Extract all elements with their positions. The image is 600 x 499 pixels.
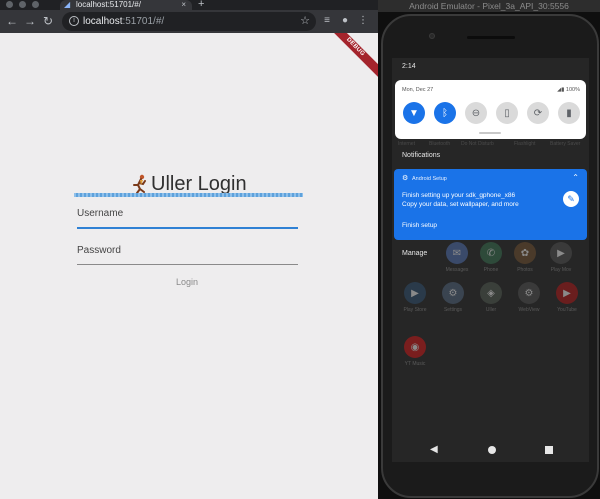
window-close-button[interactable] bbox=[6, 1, 13, 8]
window-zoom-button[interactable] bbox=[32, 1, 39, 8]
hidden-label: Bluetooth bbox=[429, 141, 451, 147]
password-underline bbox=[77, 264, 298, 265]
app-settings[interactable]: ⚙ Settings bbox=[440, 282, 466, 313]
browser-toolbar: ← → ↻ i localhost:51701/#/ ☆ ≡ ● ⋮ bbox=[0, 10, 378, 33]
magic-wand-icon: ✎ bbox=[563, 191, 579, 207]
password-label: Password bbox=[77, 245, 121, 256]
new-tab-button[interactable]: + bbox=[198, 0, 204, 10]
app-icon: ✉ bbox=[446, 242, 468, 264]
app-label: Phone bbox=[483, 267, 499, 273]
notification-title: Finish setting up your sdk_gphone_x86 bbox=[402, 192, 516, 199]
quick-settings-panel: Mon, Dec 27 ◢▮ 100% ▼ ᛒ ⊖ ▯ ⟳ ▮ bbox=[395, 80, 586, 139]
flashlight-icon[interactable]: ▯ bbox=[496, 102, 518, 124]
app-label: Photos bbox=[517, 267, 533, 273]
tab-title: localhost:51701/#/ bbox=[76, 0, 141, 9]
app-phone[interactable]: ✆ Phone bbox=[478, 242, 504, 273]
forward-arrow-icon[interactable]: → bbox=[23, 14, 37, 28]
notifications-header: Notifications bbox=[402, 152, 441, 159]
earpiece-speaker bbox=[467, 36, 515, 39]
setup-notification[interactable]: ⚙ Android Setup ⌃ Finish setting up your… bbox=[394, 169, 587, 240]
login-button[interactable]: Login bbox=[170, 275, 204, 289]
title-underline bbox=[74, 193, 303, 197]
tab-strip: ◢ localhost:51701/#/ × + bbox=[0, 0, 378, 10]
media-control-icon[interactable]: ≡ bbox=[320, 14, 334, 28]
runner-logo-icon bbox=[133, 174, 146, 194]
app-label: Play Mov bbox=[550, 267, 572, 273]
chrome-menu-icon[interactable]: ⋮ bbox=[356, 14, 370, 28]
app-icon: ◉ bbox=[404, 336, 426, 358]
app-label: YouTube bbox=[557, 307, 577, 313]
emulator-title-bar: Android Emulator - Pixel_3a_API_30:5556 bbox=[378, 0, 600, 12]
app-icon: ▶ bbox=[556, 282, 578, 304]
app-icon: ▶ bbox=[550, 242, 572, 264]
front-camera bbox=[429, 33, 435, 39]
app-label: YT Music bbox=[404, 361, 426, 367]
app-icon: ⚙ bbox=[518, 282, 540, 304]
window-minimize-button[interactable] bbox=[19, 1, 26, 8]
do-not-disturb-icon[interactable]: ⊖ bbox=[465, 102, 487, 124]
app-label: Messages bbox=[445, 267, 469, 273]
hidden-label: Flashlight bbox=[514, 141, 536, 147]
app-uller[interactable]: ◈ Uller bbox=[478, 282, 504, 313]
app-webview[interactable]: ⚙ WebView bbox=[516, 282, 542, 313]
notification-app-name: Android Setup bbox=[412, 176, 447, 182]
address-bar[interactable]: i localhost:51701/#/ ☆ bbox=[62, 12, 316, 31]
settings-gear-icon: ⚙ bbox=[402, 175, 409, 182]
tab-close-icon[interactable]: × bbox=[181, 0, 186, 9]
app-label: Settings bbox=[443, 307, 463, 313]
flutter-favicon-icon: ◢ bbox=[64, 0, 71, 9]
phone-screen: 2:14 Mon, Dec 27 ◢▮ 100% ▼ ᛒ ⊖ ▯ ⟳ ▮ Internet… bbox=[392, 58, 589, 462]
web-page: DEBUG Uller Login Username Password Logi… bbox=[0, 33, 378, 499]
browser-tab[interactable]: ◢ localhost:51701/#/ × bbox=[60, 0, 192, 10]
app-youtube[interactable]: ▶ YouTube bbox=[554, 282, 580, 313]
bookmark-star-icon[interactable]: ☆ bbox=[300, 14, 310, 28]
app-label: WebView bbox=[518, 307, 540, 313]
status-bar-time: 2:14 bbox=[402, 63, 416, 70]
recents-square-icon[interactable] bbox=[545, 446, 553, 454]
qs-date: Mon, Dec 27 bbox=[402, 87, 434, 93]
auto-rotate-icon[interactable]: ⟳ bbox=[527, 102, 549, 124]
app-label: Play Store bbox=[403, 307, 427, 313]
username-field[interactable]: Username bbox=[77, 208, 298, 229]
url-text: localhost:51701/#/ bbox=[83, 16, 165, 27]
profile-icon[interactable]: ● bbox=[338, 14, 352, 28]
bluetooth-icon[interactable]: ᛒ bbox=[434, 102, 456, 124]
emulator-window-title: Android Emulator - Pixel_3a_API_30:5556 bbox=[409, 1, 569, 11]
username-label: Username bbox=[77, 208, 124, 219]
back-triangle-icon[interactable]: ◀ bbox=[430, 444, 438, 456]
app-play-mov[interactable]: ▶ Play Mov bbox=[548, 242, 574, 273]
qs-drag-handle[interactable] bbox=[479, 132, 501, 134]
hidden-label: Do Not Disturb bbox=[461, 141, 494, 147]
chevron-up-icon[interactable]: ⌃ bbox=[572, 173, 579, 182]
notification-text: Copy your data, set wallpaper, and more bbox=[402, 201, 519, 208]
app-icon: ⚙ bbox=[442, 282, 464, 304]
finish-setup-button[interactable]: Finish setup bbox=[402, 221, 437, 230]
battery-saver-icon[interactable]: ▮ bbox=[558, 102, 580, 124]
app-label: Uller bbox=[485, 307, 497, 313]
back-arrow-icon[interactable]: ← bbox=[5, 14, 19, 28]
app-icon: ▶ bbox=[404, 282, 426, 304]
hidden-label: Internet bbox=[398, 141, 415, 147]
app-icon: ◈ bbox=[480, 282, 502, 304]
wifi-icon[interactable]: ▼ bbox=[403, 102, 425, 124]
qs-battery: ◢▮ 100% bbox=[557, 87, 580, 93]
app-icon: ✿ bbox=[514, 242, 536, 264]
screen: ◢ localhost:51701/#/ × + ← → ↻ i localho… bbox=[0, 0, 600, 499]
site-info-icon[interactable]: i bbox=[69, 16, 79, 26]
android-nav-bar: ◀ bbox=[392, 438, 589, 462]
app-photos[interactable]: ✿ Photos bbox=[512, 242, 538, 273]
password-field[interactable]: Password bbox=[77, 245, 298, 265]
app-icon: ✆ bbox=[480, 242, 502, 264]
reload-icon[interactable]: ↻ bbox=[41, 14, 55, 28]
username-underline-focused bbox=[77, 227, 298, 229]
home-circle-icon[interactable] bbox=[488, 446, 496, 454]
app-play-store[interactable]: ▶ Play Store bbox=[402, 282, 428, 313]
hidden-label: Battery Saver bbox=[550, 141, 581, 147]
app-yt-music[interactable]: ◉ YT Music bbox=[402, 336, 428, 367]
manage-notifications-button[interactable]: Manage bbox=[402, 249, 427, 259]
debug-banner: DEBUG bbox=[319, 33, 378, 83]
browser-window: ◢ localhost:51701/#/ × + ← → ↻ i localho… bbox=[0, 0, 378, 499]
app-messages[interactable]: ✉ Messages bbox=[444, 242, 470, 273]
